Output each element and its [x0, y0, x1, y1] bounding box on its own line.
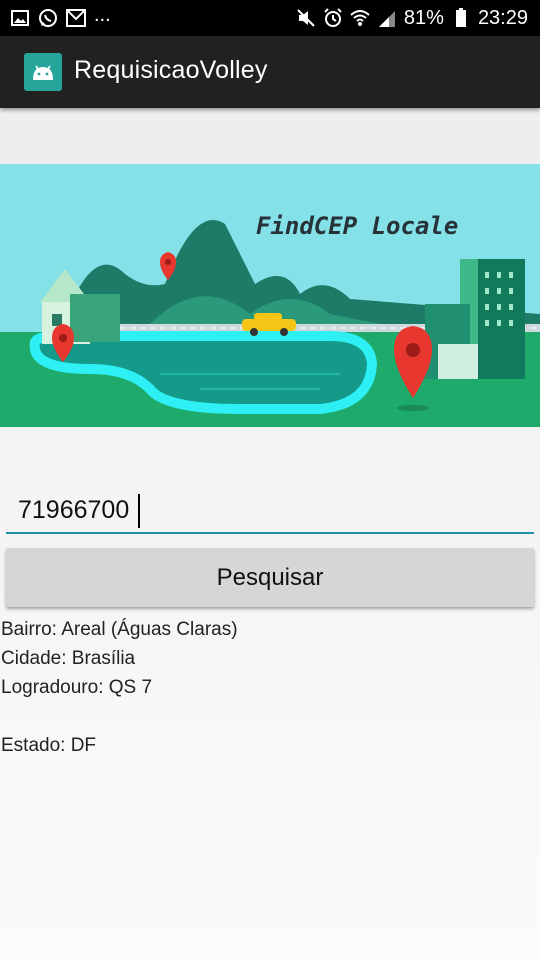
- text-cursor: [138, 494, 140, 528]
- alarm-icon: [323, 8, 343, 28]
- clock: 23:29: [477, 6, 528, 29]
- battery-icon: [451, 8, 471, 28]
- wifi-icon: [350, 8, 370, 28]
- bairro-text: Bairro: Areal (Águas Claras): [1, 619, 238, 640]
- android-icon: [24, 53, 62, 91]
- logradouro-text: Logradouro: QS 7: [1, 677, 153, 698]
- search-button[interactable]: Pesquisar: [6, 548, 534, 607]
- gmail-icon: [66, 8, 86, 28]
- status-bar: ... 81% 23:29: [0, 0, 540, 36]
- banner-image: FindCEP Locale: [0, 164, 540, 427]
- cidade-text: Cidade: Brasília: [1, 648, 136, 669]
- banner-title: FindCEP Locale: [256, 212, 458, 240]
- battery-percent: 81%: [403, 6, 444, 29]
- app-title: RequisicaoVolley: [74, 56, 268, 84]
- cep-input[interactable]: [6, 488, 534, 534]
- estado-text: Estado: DF: [1, 735, 97, 756]
- image-icon: [10, 8, 30, 28]
- mute-icon: [296, 8, 316, 28]
- more-notifications: ...: [94, 4, 111, 26]
- whatsapp-icon: [38, 8, 58, 28]
- signal-icon: [377, 8, 397, 28]
- app-bar: RequisicaoVolley: [0, 36, 540, 108]
